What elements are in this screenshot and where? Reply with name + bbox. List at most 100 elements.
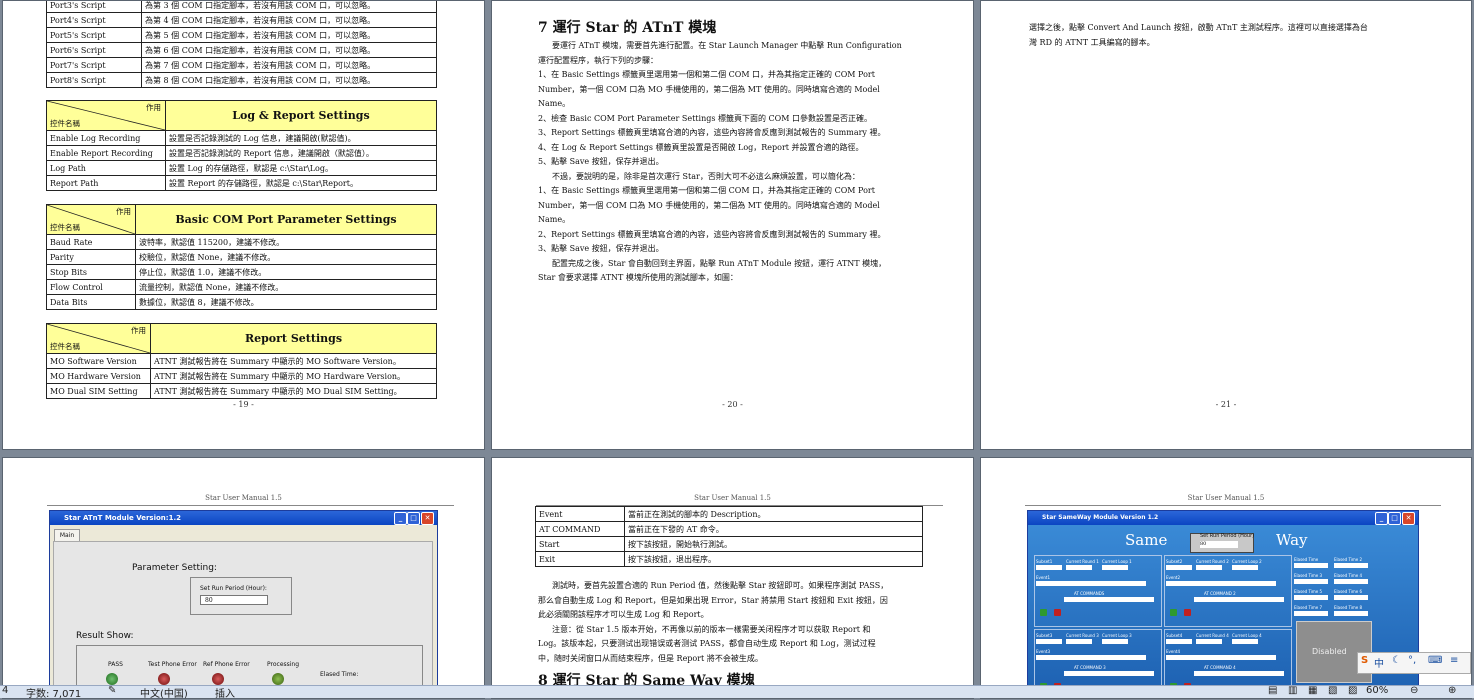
insert-mode[interactable]: 插入	[215, 685, 235, 700]
document-page-21: 選擇之後，點擊 Convert And Launch 按鈕，啟動 ATnT 主測…	[980, 0, 1472, 450]
description-cell: 按下該按鈕，退出程序。	[624, 551, 923, 567]
chinese-mode-icon[interactable]: 中	[1374, 655, 1384, 670]
description-cell: 為第 6 個 COM 口指定腳本，若沒有用該 COM 口，可以忽略。	[141, 42, 437, 58]
minimize-button[interactable]: _	[394, 512, 407, 525]
error-led	[1184, 609, 1191, 616]
elapsed-time-input[interactable]	[1294, 563, 1328, 568]
run-period-input[interactable]: 80	[1200, 541, 1238, 548]
elapsed-time-label: Elased Time	[1294, 557, 1319, 562]
field-input[interactable]	[1196, 565, 1222, 570]
sogou-icon[interactable]: S	[1361, 655, 1368, 666]
at-command-label: AT COMMAND 2	[1204, 591, 1236, 596]
web-layout-view-icon[interactable]: ▦	[1308, 685, 1317, 696]
description-cell: 停止位，默認值 1.0，建議不修改。	[135, 264, 437, 280]
maximize-button[interactable]: □	[407, 512, 420, 525]
close-button[interactable]: ✕	[421, 512, 434, 525]
field-input[interactable]	[1102, 639, 1128, 644]
elapsed-time-input[interactable]	[1294, 595, 1328, 600]
description-cell: ATNT 測試報告將在 Summary 中顯示的 MO Software Ver…	[150, 353, 437, 369]
outline-view-icon[interactable]: ▧	[1328, 685, 1337, 696]
body-text: 要運行 ATnT 模塊，需要首先進行配置。在 Star Launch Manag…	[538, 39, 933, 286]
run-period-input[interactable]: 80	[200, 595, 268, 605]
field-input[interactable]	[1066, 639, 1092, 644]
text-line: 1、在 Basic Settings 標籤頁里選用第一個和第二個 COM 口，并…	[538, 186, 875, 195]
document-page-23: Star User Manual 1.5 Event 當前正在測試的腳本的 Des…	[491, 457, 974, 699]
ime-toolbar[interactable]: S 中 ☾ °, ⌨ ≡	[1357, 652, 1471, 674]
field-input[interactable]	[1166, 655, 1276, 660]
field-label: Event2	[1166, 575, 1181, 580]
zoom-level[interactable]: 60%	[1366, 685, 1388, 696]
control-name-cell: Baud Rate	[46, 234, 136, 250]
elapsed-time-input[interactable]	[1294, 579, 1328, 584]
table-row: Port5's Script 為第 5 個 COM 口指定腳本，若沒有用該 COM…	[46, 27, 437, 43]
field-input[interactable]	[1036, 565, 1062, 570]
print-layout-view-icon[interactable]: ▤	[1268, 685, 1277, 696]
word-count[interactable]: 字数: 7,071	[26, 685, 81, 700]
zoom-out-button[interactable]: ⊖	[1410, 685, 1418, 696]
field-input[interactable]	[1166, 581, 1276, 586]
at-command-label: AT COMMAND 3	[1074, 665, 1106, 670]
description-cell: 設置是否記錄測試的 Log 信息，建議開啟(默認值)。	[165, 130, 437, 146]
page-indicator[interactable]: 4	[2, 685, 8, 696]
pass-label: PASS	[108, 661, 123, 668]
text-line: 中，随时关闭窗口从而结束程序，但是 Report 將不会被生成。	[538, 653, 763, 663]
window-titlebar: Star SameWay Module Version 1.2 _ □ ✕	[1028, 511, 1418, 525]
field-input[interactable]	[1102, 565, 1128, 570]
document-page-19: Port3's Script 為第 3 個 COM 口指定腳本，若沒有用該 COM…	[2, 0, 485, 450]
control-name-cell: Parity	[46, 249, 136, 265]
field-input[interactable]	[1036, 639, 1062, 644]
text-line: 注意：從 Star 1.5 版本开始，不再像以前的版本一樣需要关闭程序才可以获取…	[552, 624, 871, 634]
at-command-input[interactable]	[1064, 597, 1154, 602]
elapsed-time-input[interactable]	[1334, 595, 1368, 600]
draft-view-icon[interactable]: ▨	[1348, 685, 1357, 696]
disabled-label: Disabled	[1312, 647, 1347, 656]
field-input[interactable]	[1066, 565, 1092, 570]
text-line: 那么會自動生成 Log 和 Report，但是如果出現 Error，Star 將…	[538, 595, 888, 605]
elapsed-time-input[interactable]	[1294, 611, 1328, 616]
minimize-button[interactable]: _	[1375, 512, 1388, 525]
way-title: Way	[1276, 531, 1308, 549]
field-input[interactable]	[1036, 655, 1146, 660]
elapsed-time-input[interactable]	[1334, 611, 1368, 616]
at-command-label: AT COMMANDS	[1074, 591, 1105, 596]
field-input[interactable]	[1232, 565, 1258, 570]
proofing-icon[interactable]: ✎	[108, 685, 116, 696]
field-input[interactable]	[1166, 639, 1192, 644]
log-report-settings-table: 作用 控件名稱 Log & Report Settings Enable Log …	[46, 100, 437, 191]
ref-phone-error-lamp	[212, 673, 224, 685]
table-row: Start 按下該按鈕，開始執行測試。	[535, 536, 923, 552]
at-command-input[interactable]	[1064, 671, 1154, 676]
table-row: AT COMMAND 當前正在下發的 AT 命令。	[535, 521, 923, 537]
atnt-module-window: Star ATnT Module Version:1.2 _ □ ✕ Main …	[49, 510, 438, 698]
elapsed-time-input[interactable]	[1334, 563, 1368, 568]
description-cell: 當前正在下發的 AT 命令。	[624, 521, 923, 537]
table-row: Port3's Script 為第 3 個 COM 口指定腳本，若沒有用該 COM…	[46, 1, 437, 13]
text-line: 選擇之後，點擊 Convert And Launch 按鈕，啟動 ATnT 主測…	[1029, 23, 1368, 32]
elapsed-time-input[interactable]	[1334, 579, 1368, 584]
description-cell: 設置是否記錄測試的 Report 信息，建議開啟（默認值）。	[165, 145, 437, 161]
field-input[interactable]	[1036, 581, 1146, 586]
keyboard-icon[interactable]: ⌨	[1428, 655, 1442, 666]
parameter-setting-label: Parameter Setting:	[132, 563, 217, 573]
field-input[interactable]	[1232, 639, 1258, 644]
moon-icon[interactable]: ☾	[1392, 655, 1401, 666]
menu-icon[interactable]: ≡	[1450, 655, 1458, 666]
elapsed-time-label: Elased Time 4	[1334, 573, 1363, 578]
control-name-cell: AT COMMAND	[535, 521, 625, 537]
maximize-button[interactable]: □	[1388, 512, 1401, 525]
zoom-in-button[interactable]: ⊕	[1448, 685, 1456, 696]
close-button[interactable]: ✕	[1402, 512, 1415, 525]
text-line: Number，第一個 COM 口為 MO 手機使用的，第二個為 MT 使用的。同…	[538, 200, 880, 210]
punctuation-icon[interactable]: °,	[1408, 655, 1416, 666]
at-command-input[interactable]	[1194, 671, 1284, 676]
field-input[interactable]	[1196, 639, 1222, 644]
language-indicator[interactable]: 中文(中国)	[140, 685, 188, 700]
text-line: 3、Report Settings 標籤頁里填寫合適的內容，這些內容將會反應到測…	[538, 128, 886, 137]
page-header: Star User Manual 1.5	[1187, 494, 1265, 502]
full-screen-view-icon[interactable]: ▥	[1288, 685, 1297, 696]
description-cell: 波特率，默認值 115200，建議不修改。	[135, 234, 437, 250]
field-input[interactable]	[1166, 565, 1192, 570]
field-label: Subset2	[1166, 559, 1183, 564]
table-row: Report Path 設置 Report 的存儲路徑，默認是 c:\Star\R…	[46, 175, 437, 191]
at-command-input[interactable]	[1194, 597, 1284, 602]
